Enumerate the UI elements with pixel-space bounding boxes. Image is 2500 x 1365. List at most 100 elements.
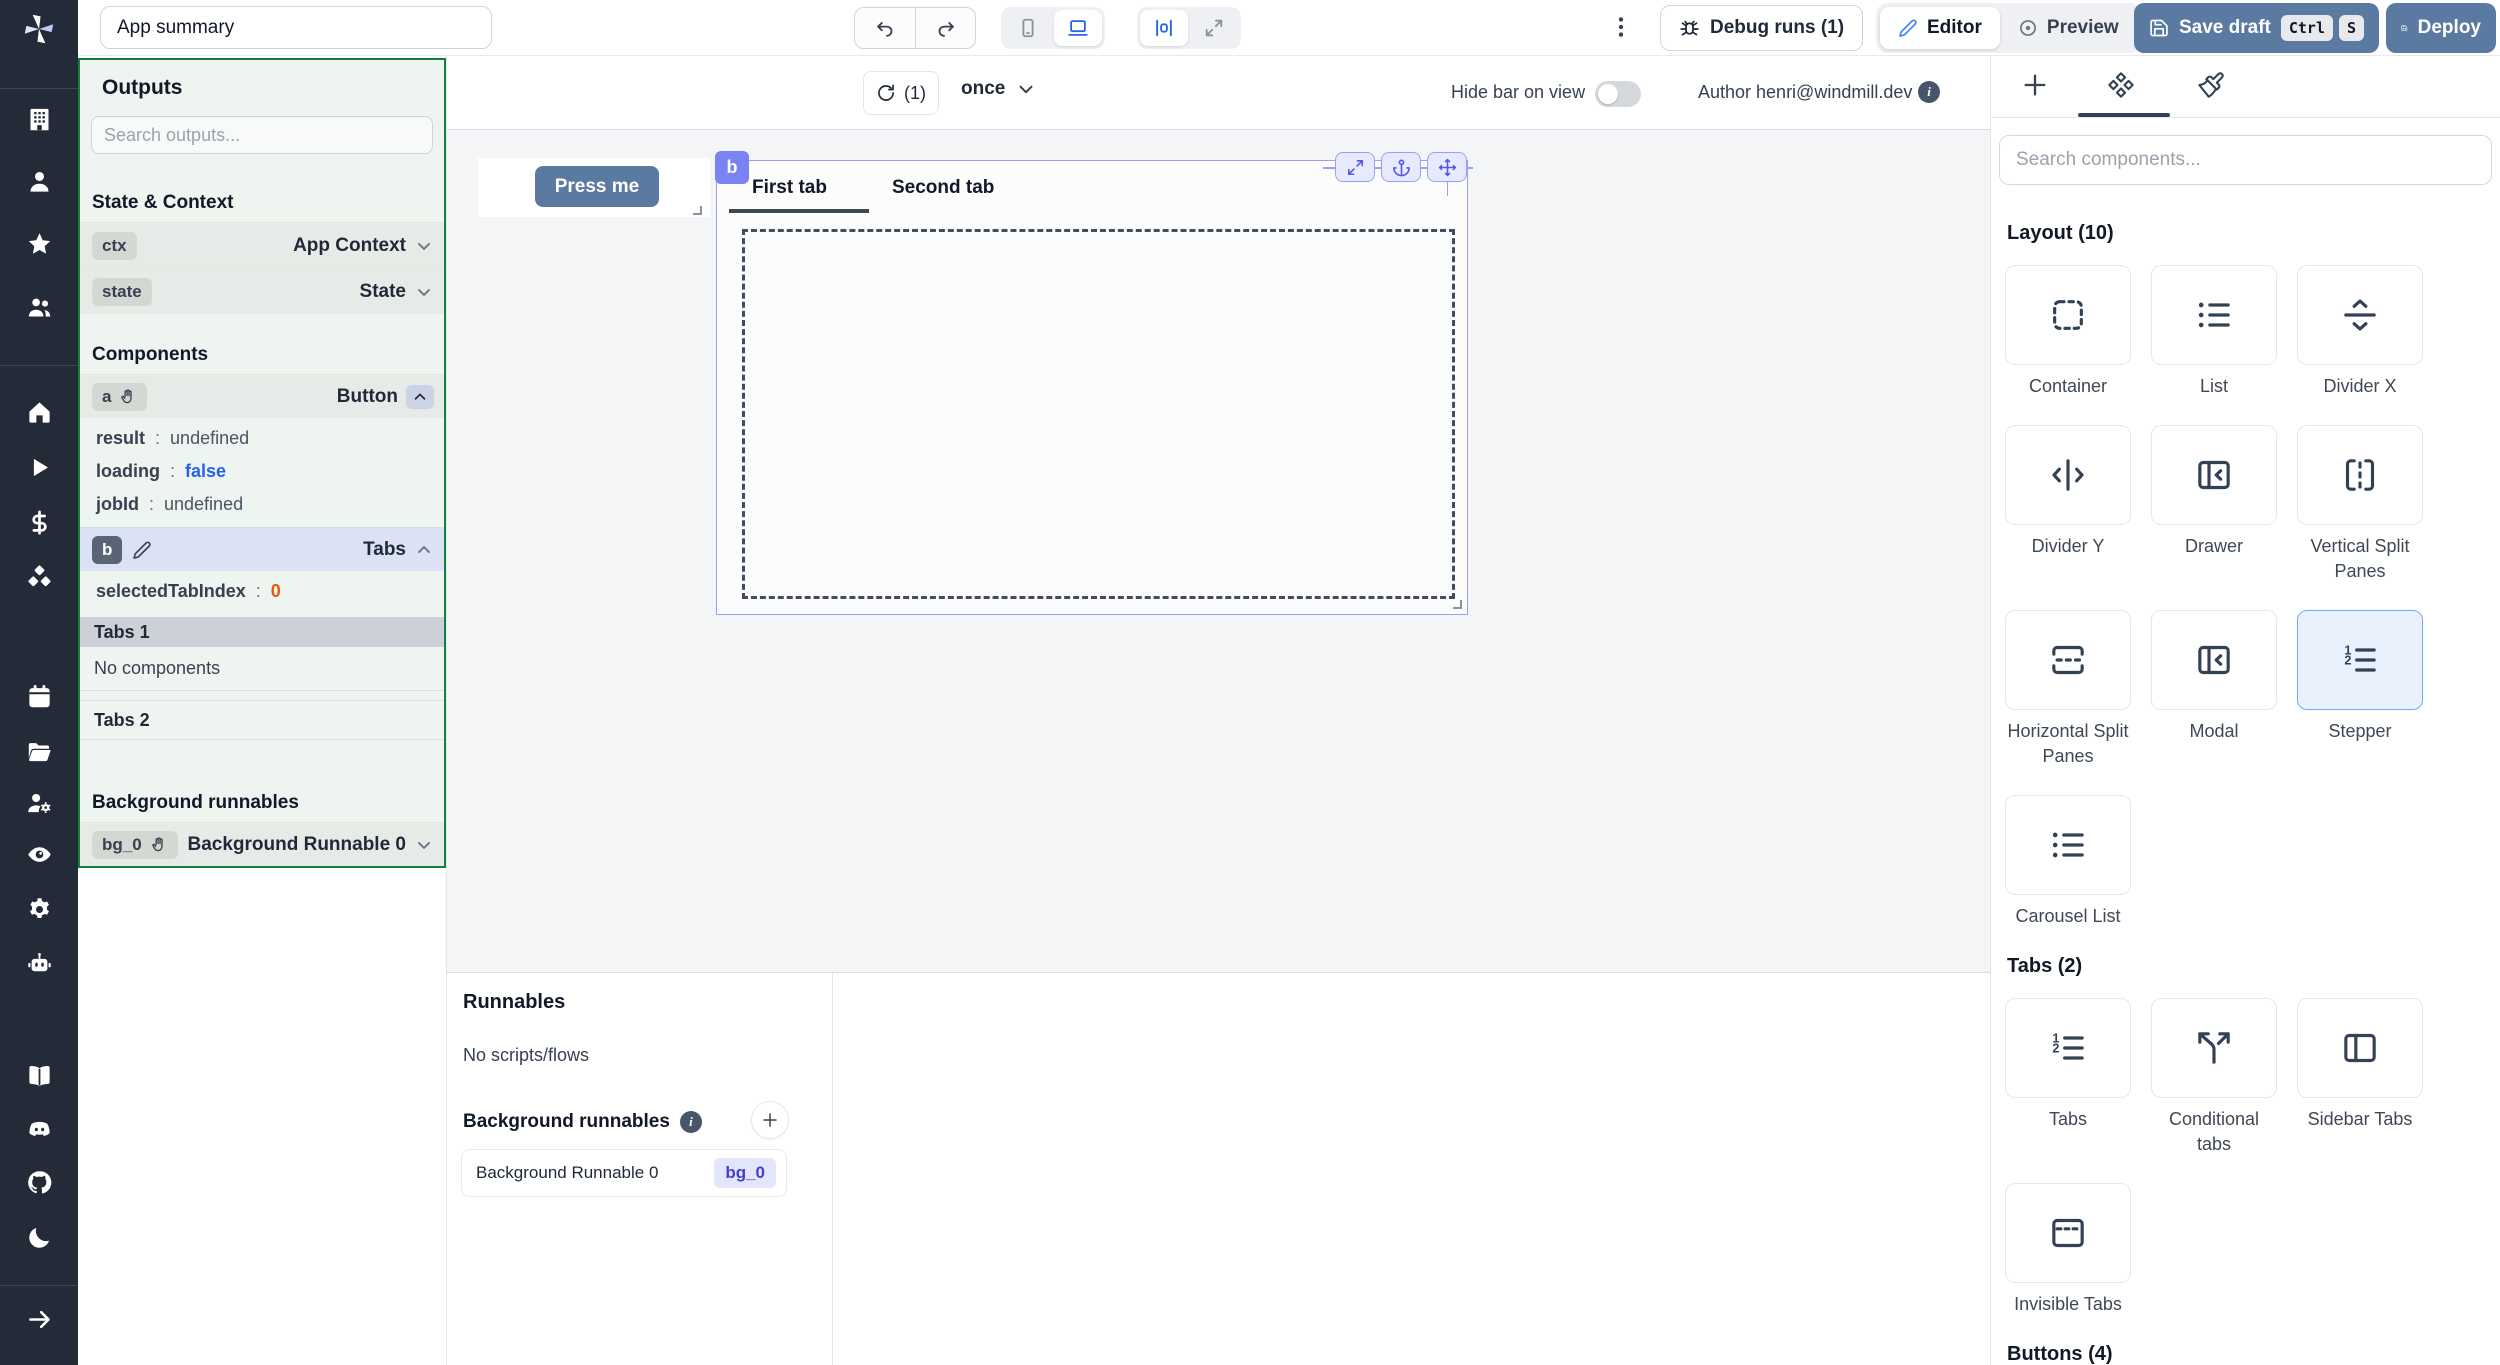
gear-icon[interactable]: [26, 896, 53, 923]
robot-icon[interactable]: [26, 951, 53, 978]
section-heading: Layout (10): [2007, 222, 2114, 244]
star-icon[interactable]: [26, 231, 53, 258]
ctx-output-row[interactable]: ctx App Context: [80, 222, 444, 268]
conditional-tabs-card[interactable]: [2151, 998, 2277, 1098]
pencil-icon[interactable]: [132, 540, 152, 560]
chevron-down-icon[interactable]: [414, 282, 434, 302]
discord-icon[interactable]: [26, 1116, 53, 1143]
moon-icon[interactable]: [26, 1224, 53, 1251]
chevron-up-icon: [411, 388, 429, 406]
mobile-view-button[interactable]: [1004, 10, 1052, 46]
building-icon[interactable]: [26, 106, 53, 133]
search-outputs-input[interactable]: [91, 116, 433, 154]
expand-icon: [1346, 158, 1365, 177]
dollar-icon[interactable]: [26, 509, 53, 536]
list-card[interactable]: [2151, 265, 2277, 365]
tabs2-section-header[interactable]: Tabs 2: [80, 700, 444, 740]
press-me-button[interactable]: Press me: [535, 166, 659, 207]
github-icon[interactable]: [26, 1169, 53, 1196]
preview-tab[interactable]: Preview: [2000, 7, 2137, 49]
search-components-input[interactable]: [1999, 135, 2492, 185]
app-summary-input[interactable]: [100, 6, 492, 49]
more-menu-button[interactable]: [1608, 14, 1634, 42]
background-runnable-row[interactable]: bg_0 Background Runnable 0: [80, 822, 444, 866]
tab-content-dropzone[interactable]: [742, 229, 1455, 599]
carousel-list-card[interactable]: [2005, 795, 2131, 895]
resize-handle[interactable]: [1453, 600, 1462, 609]
collapse-button[interactable]: [406, 384, 434, 409]
state-output-row[interactable]: state State: [80, 268, 444, 314]
home-icon[interactable]: [26, 399, 53, 426]
eye-icon[interactable]: [26, 841, 53, 868]
folder-icon[interactable]: [26, 738, 53, 765]
user-cog-icon[interactable]: [26, 789, 53, 816]
tabs-component-row[interactable]: b Tabs: [80, 527, 444, 571]
divider-x-card[interactable]: [2297, 265, 2423, 365]
redo-button[interactable]: [915, 8, 975, 48]
invisible-tabs-card[interactable]: [2005, 1183, 2131, 1283]
full-width-button[interactable]: [1190, 10, 1238, 46]
background-runnable-item[interactable]: Background Runnable 0 bg_0: [461, 1149, 787, 1197]
arrow-right-icon[interactable]: [26, 1306, 53, 1333]
state-context-heading: State & Context: [92, 192, 234, 213]
windmill-logo-icon[interactable]: [20, 10, 58, 48]
deploy-label: Deploy: [2417, 17, 2481, 38]
undo-button[interactable]: [855, 8, 915, 48]
first-tab[interactable]: First tab: [752, 177, 827, 199]
expand-button[interactable]: [1335, 152, 1375, 182]
horizontal-split-panes-card[interactable]: [2005, 610, 2131, 710]
modal-card[interactable]: [2151, 610, 2277, 710]
shortcut-key: Ctrl: [2280, 15, 2333, 41]
active-tab-underline: [729, 209, 869, 213]
state-type-label: State: [359, 280, 406, 302]
sidebar-tabs-card[interactable]: [2297, 998, 2423, 1098]
person-icon[interactable]: [26, 168, 53, 195]
chevron-down-icon[interactable]: [414, 236, 434, 256]
resize-handle[interactable]: [693, 206, 702, 215]
button-component-row[interactable]: a Button: [80, 374, 444, 418]
people-icon[interactable]: [26, 294, 53, 321]
drawer-card[interactable]: [2151, 425, 2277, 525]
canvas-grid[interactable]: Press me b First tab Second tab: [447, 130, 1991, 972]
anchor-button[interactable]: [1381, 152, 1421, 182]
chevron-up-icon[interactable]: [414, 540, 434, 560]
list-icon: [2194, 295, 2234, 335]
refresh-count-button[interactable]: (1): [863, 71, 939, 115]
refresh-mode-select[interactable]: once: [961, 78, 1037, 100]
components-tab[interactable]: [2107, 71, 2135, 99]
center-canvas-button[interactable]: [1140, 10, 1188, 46]
desktop-view-button[interactable]: [1054, 10, 1102, 46]
panel-divider[interactable]: [832, 973, 833, 1365]
save-draft-button[interactable]: Save draft Ctrl S: [2134, 3, 2380, 53]
debug-runs-button[interactable]: Debug runs (1): [1660, 5, 1864, 51]
book-icon[interactable]: [26, 1062, 53, 1089]
move-button[interactable]: [1427, 152, 1467, 182]
calendar-icon[interactable]: [26, 683, 53, 710]
play-icon[interactable]: [26, 454, 53, 481]
tabs1-section-header[interactable]: Tabs 1: [80, 617, 444, 647]
button-component-cell[interactable]: Press me: [478, 158, 710, 217]
editor-tab[interactable]: Editor: [1880, 7, 2000, 49]
vertical-split-panes-card[interactable]: [2297, 425, 2423, 525]
deploy-button[interactable]: Deploy: [2386, 3, 2496, 53]
stepper-card[interactable]: 12: [2297, 610, 2423, 710]
chevron-down-icon[interactable]: [414, 835, 434, 855]
info-icon[interactable]: i: [679, 1111, 702, 1133]
second-tab[interactable]: Second tab: [892, 177, 994, 199]
tabs-card[interactable]: 12: [2005, 998, 2131, 1098]
hide-bar-toggle[interactable]: [1595, 81, 1641, 107]
align-center-icon: [1153, 17, 1175, 39]
styling-tab[interactable]: [2197, 71, 2225, 99]
cubes-icon[interactable]: [26, 564, 53, 591]
maximize-icon: [1203, 17, 1225, 39]
info-icon[interactable]: i: [1918, 81, 1940, 103]
tabs-component[interactable]: First tab Second tab: [716, 160, 1468, 615]
insert-tab[interactable]: [2021, 71, 2049, 99]
component-grid: 1 2 Tabs Conditional tabs Sidebar Tabs Invisi…: [2005, 998, 2486, 1317]
divider-y-card[interactable]: [2005, 425, 2131, 525]
save-icon: [2401, 18, 2408, 38]
container-card[interactable]: [2005, 265, 2131, 365]
container-item: Container: [2005, 265, 2131, 399]
add-background-runnable-button[interactable]: [751, 1101, 789, 1139]
component-label: Invisible Tabs: [2014, 1294, 2122, 1314]
